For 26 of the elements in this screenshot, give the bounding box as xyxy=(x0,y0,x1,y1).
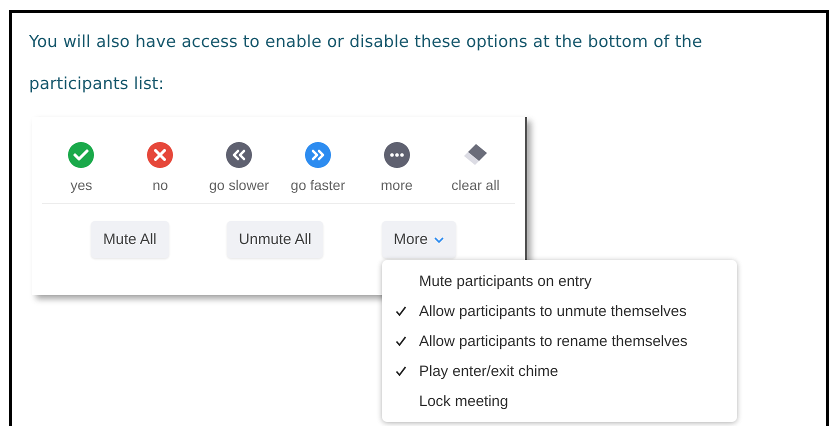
rewind-icon[interactable] xyxy=(225,141,254,169)
more-dropdown-button[interactable]: More xyxy=(382,221,456,258)
menu-item-label: Allow participants to unmute themselves xyxy=(419,302,687,320)
menu-item-label: Allow participants to rename themselves xyxy=(419,332,688,350)
menu-item-label: Lock meeting xyxy=(419,392,508,410)
reaction-label: no xyxy=(152,177,168,193)
fast-forward-icon[interactable] xyxy=(304,141,332,169)
reaction-label: more xyxy=(380,177,413,193)
menu-item[interactable]: Play enter/exit chime xyxy=(382,356,737,386)
menu-item[interactable]: Mute participants on entry xyxy=(382,266,737,296)
mute-button[interactable]: Mute All xyxy=(91,221,168,258)
caret-icon xyxy=(434,236,444,242)
reaction-label: yes xyxy=(70,177,92,193)
menu-item[interactable]: Allow participants to rename themselves xyxy=(382,326,737,356)
close-icon[interactable] xyxy=(146,141,174,169)
mute-button[interactable]: Unmute All xyxy=(226,221,324,258)
check-icon[interactable] xyxy=(67,141,96,169)
reaction-label: clear all xyxy=(451,177,500,193)
more-icon[interactable] xyxy=(382,141,411,169)
menu-item[interactable]: Lock meeting xyxy=(382,386,737,416)
intro-text: You will also have access to enable or disable these options at the bottom of the participants list: xyxy=(29,31,704,95)
menu-item-label: Play enter/exit chime xyxy=(419,362,558,380)
reaction-label: go faster xyxy=(290,177,346,193)
menu-item-label: Mute participants on entry xyxy=(419,272,592,290)
reaction-label: go slower xyxy=(209,177,270,193)
menu-item[interactable]: Allow participants to unmute themselves xyxy=(382,296,737,326)
